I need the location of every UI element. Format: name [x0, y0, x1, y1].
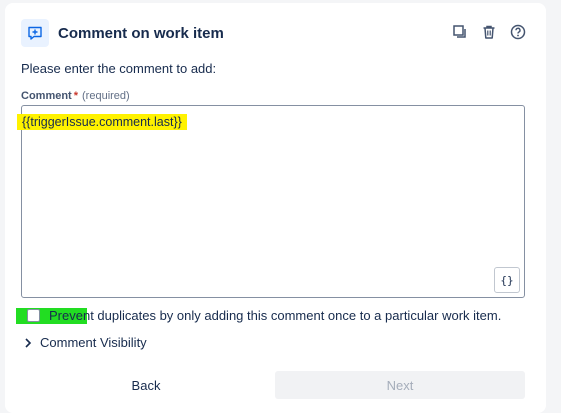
comment-label-text: Comment — [21, 90, 72, 102]
back-button[interactable]: Back — [21, 371, 271, 399]
comment-textarea[interactable]: {{triggerIssue.comment.last}} {} — [17, 105, 525, 298]
smart-value-button[interactable]: {} — [494, 267, 520, 293]
prevent-duplicates-row: Prevent duplicates by only adding this c… — [16, 308, 502, 324]
prevent-duplicates-label: Prevent duplicates by only adding this c… — [49, 308, 502, 323]
panel-header: Comment on work item — [21, 19, 224, 47]
intro-text: Please enter the comment to add: — [21, 61, 217, 76]
comment-add-icon — [21, 19, 49, 47]
duplicate-icon[interactable] — [451, 23, 468, 40]
comment-action-panel: Comment on work item Please enter the co… — [5, 3, 546, 413]
comment-visibility-label: Comment Visibility — [40, 335, 147, 350]
required-text: (required) — [82, 90, 130, 102]
trash-icon[interactable] — [480, 23, 497, 40]
required-mark: * — [73, 90, 79, 102]
comment-field-label: Comment * (required) — [21, 90, 130, 102]
comment-visibility-toggle[interactable]: Comment Visibility — [23, 335, 147, 350]
chevron-right-icon — [25, 337, 32, 348]
page-title: Comment on work item — [58, 24, 224, 42]
comment-value: {{triggerIssue.comment.last}} — [17, 114, 187, 130]
next-button[interactable]: Next — [275, 371, 525, 399]
header-actions — [451, 23, 526, 40]
help-icon[interactable] — [509, 23, 526, 40]
prevent-duplicates-checkbox[interactable] — [27, 309, 40, 322]
